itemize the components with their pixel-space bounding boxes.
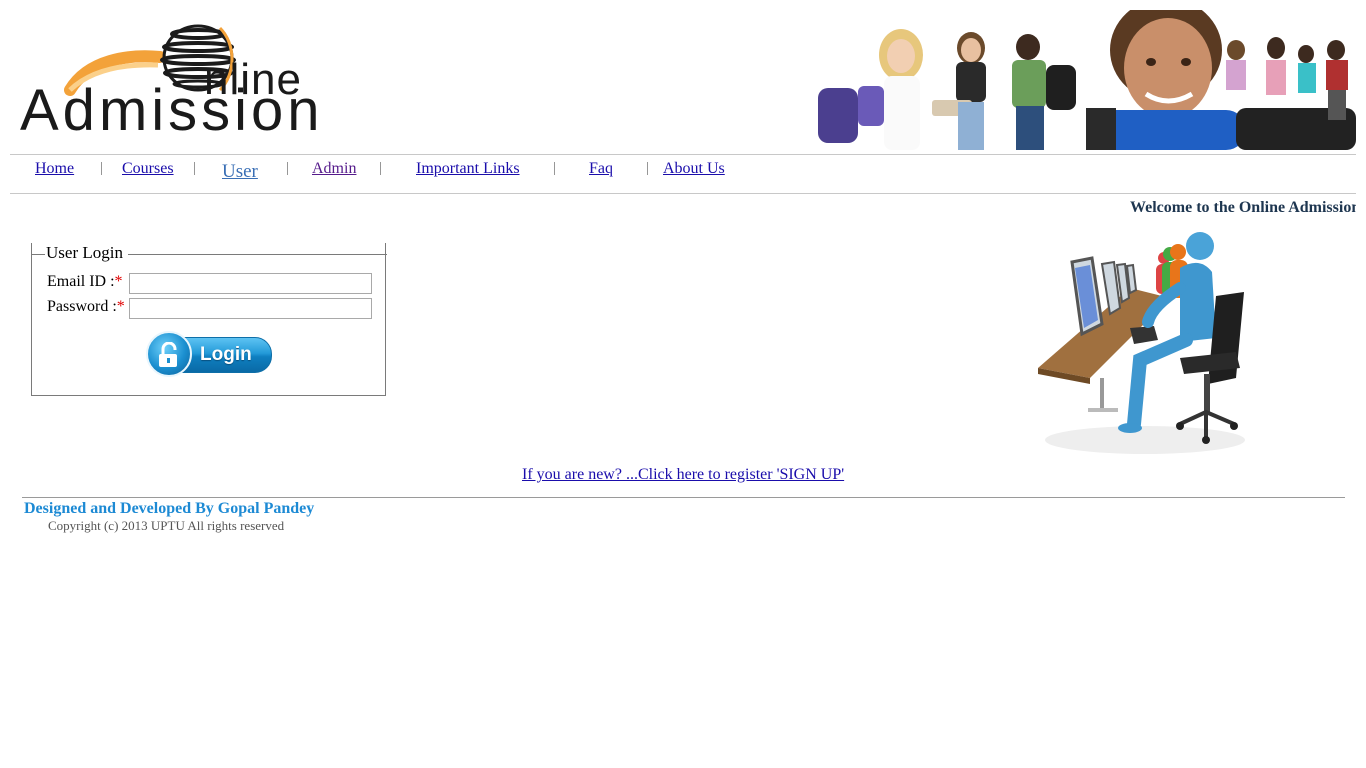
header-divider: [10, 154, 1356, 155]
designer-credit: Designed and Developed By Gopal Pandey: [24, 500, 315, 517]
nav-user[interactable]: User: [222, 161, 258, 183]
nav-important-links[interactable]: Important Links: [416, 160, 520, 178]
nav-faq[interactable]: Faq: [589, 160, 613, 178]
copyright-text: Copyright (c) 2013 UPTU All rights reser…: [48, 518, 285, 533]
nav-home[interactable]: Home: [35, 160, 74, 178]
required-mark: *: [116, 298, 125, 315]
welcome-message: Welcome to the Online Admission: [1130, 199, 1356, 216]
fieldset-border: [31, 254, 45, 255]
login-button-label: Login: [200, 344, 252, 365]
nav-courses[interactable]: Courses: [122, 160, 174, 178]
nav-separator: |: [193, 160, 197, 176]
nav-separator: |: [646, 160, 650, 176]
password-label-text: Password :: [47, 298, 117, 315]
nav-about-us[interactable]: About Us: [663, 160, 725, 178]
students-banner-image: [806, 10, 1356, 150]
email-label-text: Email ID :: [47, 273, 115, 290]
fieldset-border: [128, 254, 387, 255]
site-logo: nline Admission: [18, 20, 320, 140]
email-label: Email ID :*: [47, 273, 123, 291]
footer-divider: [22, 497, 1345, 498]
required-mark: *: [114, 273, 123, 290]
nav-separator: |: [553, 160, 557, 176]
main-nav: Home | Courses | User | Admin | Importan…: [0, 158, 800, 184]
nav-separator: |: [379, 160, 383, 176]
logo-text-admission: Admission: [20, 78, 324, 143]
email-field[interactable]: [129, 273, 372, 294]
nav-separator: |: [286, 160, 290, 176]
password-field[interactable]: [129, 298, 372, 319]
signup-link[interactable]: If you are new? ...Click here to registe…: [522, 466, 844, 484]
password-label: Password :*: [47, 298, 125, 316]
computer-lab-illustration: [1038, 232, 1245, 454]
unlock-icon: [159, 342, 177, 367]
nav-separator: |: [100, 160, 104, 176]
login-legend: User Login: [46, 243, 123, 262]
login-button[interactable]: Login: [146, 330, 272, 382]
nav-admin[interactable]: Admin: [312, 160, 356, 178]
nav-divider: [10, 193, 1356, 194]
